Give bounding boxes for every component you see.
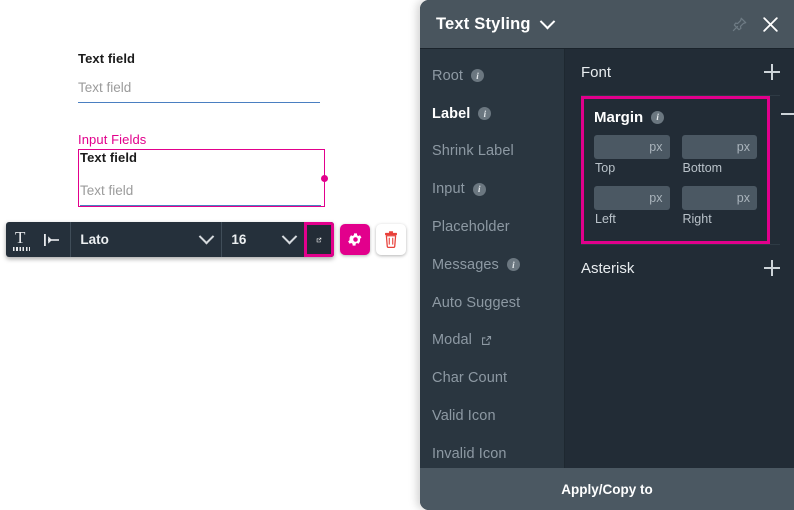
pin-icon bbox=[732, 17, 747, 31]
plus-icon[interactable] bbox=[764, 64, 780, 80]
section-margin-highlight: Margin i px Top px Bottom px Left px Rig… bbox=[581, 96, 770, 244]
margin-left-caption: Left bbox=[595, 212, 616, 226]
align-left-icon[interactable] bbox=[34, 222, 70, 257]
unit-label: px bbox=[736, 191, 750, 205]
trash-icon bbox=[385, 231, 398, 248]
nav-item-label: Auto Suggest bbox=[432, 294, 521, 311]
text-styling-panel: Text Styling Root i Label i Shrink Label… bbox=[420, 0, 794, 510]
section-title: Margin bbox=[594, 108, 644, 126]
section-asterisk-header[interactable]: Asterisk bbox=[581, 244, 780, 291]
nav-item-modal[interactable]: Modal bbox=[420, 322, 564, 360]
info-icon[interactable]: i bbox=[472, 182, 486, 196]
pin-button[interactable] bbox=[731, 16, 748, 33]
margin-right-caption: Right bbox=[682, 212, 712, 226]
margin-left-wrap: px Left bbox=[594, 186, 670, 232]
apply-copy-to-label: Apply/Copy to bbox=[561, 481, 653, 497]
margin-bottom-wrap: px Bottom bbox=[681, 135, 757, 181]
gear-icon bbox=[348, 233, 362, 246]
unit-label: px bbox=[649, 191, 663, 205]
plus-icon[interactable] bbox=[764, 260, 780, 276]
nav-item-label-section[interactable]: Label i bbox=[420, 95, 564, 133]
panel-nav-list[interactable]: Root i Label i Shrink Label Input i Plac… bbox=[420, 49, 565, 468]
panel-title: Text Styling bbox=[436, 14, 531, 33]
nav-item-label: Root bbox=[432, 67, 464, 84]
margin-fields-grid: px Top px Bottom px Left px Right bbox=[594, 135, 757, 232]
nav-item-auto-suggest[interactable]: Auto Suggest bbox=[420, 284, 564, 322]
chevron-down-icon bbox=[282, 228, 298, 245]
close-button[interactable] bbox=[761, 15, 780, 34]
section-margin: Margin i px Top px Bottom px Left px Rig… bbox=[565, 96, 794, 244]
nav-item-label: Invalid Icon bbox=[432, 445, 507, 462]
nav-item-label: Valid Icon bbox=[432, 408, 496, 425]
chevron-down-icon bbox=[199, 228, 215, 245]
section-margin-header[interactable]: Margin i bbox=[594, 105, 757, 129]
nav-item-input[interactable]: Input i bbox=[420, 170, 564, 208]
nav-item-messages[interactable]: Messages i bbox=[420, 246, 564, 284]
field-input[interactable]: Text field bbox=[78, 73, 320, 103]
section-font: Font bbox=[565, 49, 794, 96]
nav-item-label: Label bbox=[432, 105, 471, 122]
margin-top-caption: Top bbox=[595, 161, 616, 175]
margin-top-wrap: px Top bbox=[594, 135, 670, 181]
font-family-select[interactable]: Lato bbox=[71, 222, 221, 257]
selection-outline[interactable]: Text field Text field bbox=[78, 149, 328, 207]
selection-title: Input Fields bbox=[78, 132, 147, 147]
nav-item-label: Modal bbox=[432, 332, 472, 349]
chevron-down-icon[interactable] bbox=[539, 13, 555, 29]
nav-item-label: Input bbox=[432, 181, 465, 198]
margin-right-wrap: px Right bbox=[681, 186, 757, 232]
align-left-glyph bbox=[44, 233, 60, 246]
text-field-group-selected[interactable]: Input Fields Text field Text field bbox=[78, 132, 328, 207]
info-icon[interactable]: i bbox=[651, 110, 665, 124]
panel-header: Text Styling bbox=[420, 0, 794, 48]
margin-left-input[interactable]: px bbox=[594, 186, 670, 210]
font-size-select[interactable]: 16 bbox=[222, 222, 304, 257]
delete-button[interactable] bbox=[376, 224, 407, 255]
section-font-header[interactable]: Font bbox=[581, 49, 780, 96]
resize-handle-right[interactable] bbox=[321, 175, 328, 182]
open-in-new-icon bbox=[317, 237, 322, 242]
margin-bottom-caption: Bottom bbox=[682, 161, 723, 175]
panel-content: Font Margin i px Top px Bottom px Left p… bbox=[565, 49, 794, 468]
info-icon[interactable]: i bbox=[478, 107, 492, 121]
toolbar-main-group: T Lato 16 bbox=[6, 222, 335, 257]
section-title: Font bbox=[581, 63, 612, 81]
nav-item-placeholder[interactable]: Placeholder bbox=[420, 208, 564, 246]
nav-item-root[interactable]: Root i bbox=[420, 57, 564, 95]
nav-item-valid-icon[interactable]: Valid Icon bbox=[420, 397, 564, 435]
field-label: Text field bbox=[78, 51, 136, 66]
info-icon[interactable]: i bbox=[506, 258, 520, 272]
nav-item-label: Shrink Label bbox=[432, 143, 514, 160]
external-link-icon[interactable] bbox=[480, 334, 493, 347]
section-asterisk: Asterisk bbox=[565, 244, 794, 291]
section-title: Asterisk bbox=[581, 259, 635, 277]
external-link-glyph bbox=[482, 335, 492, 345]
font-size-value: 16 bbox=[231, 232, 247, 247]
margin-right-input[interactable]: px bbox=[681, 186, 757, 210]
design-canvas: Text field Text field Input Fields Text … bbox=[0, 0, 420, 510]
font-family-value: Lato bbox=[80, 232, 109, 247]
margin-bottom-input[interactable]: px bbox=[681, 135, 757, 159]
open-styling-panel-button[interactable] bbox=[304, 222, 335, 257]
settings-button[interactable] bbox=[340, 224, 371, 255]
nav-item-char-count[interactable]: Char Count bbox=[420, 359, 564, 397]
info-icon[interactable]: i bbox=[471, 69, 485, 83]
nav-item-label: Char Count bbox=[432, 370, 508, 387]
text-format-icon[interactable]: T bbox=[6, 222, 34, 257]
field-input[interactable]: Text field bbox=[80, 176, 321, 206]
close-icon bbox=[763, 16, 778, 32]
unit-label: px bbox=[736, 140, 750, 154]
text-field-group-unselected[interactable]: Text field Text field bbox=[78, 51, 320, 103]
field-label: Text field bbox=[80, 150, 138, 165]
nav-item-label: Messages bbox=[432, 256, 499, 273]
text-format-glyph: T bbox=[12, 228, 31, 251]
apply-copy-to-button[interactable]: Apply/Copy to bbox=[420, 468, 794, 510]
margin-top-input[interactable]: px bbox=[594, 135, 670, 159]
panel-body: Root i Label i Shrink Label Input i Plac… bbox=[420, 48, 794, 468]
nav-item-shrink-label[interactable]: Shrink Label bbox=[420, 133, 564, 171]
unit-label: px bbox=[649, 140, 663, 154]
nav-item-label: Placeholder bbox=[432, 219, 510, 236]
formatting-toolbar[interactable]: T Lato 16 bbox=[6, 222, 407, 257]
